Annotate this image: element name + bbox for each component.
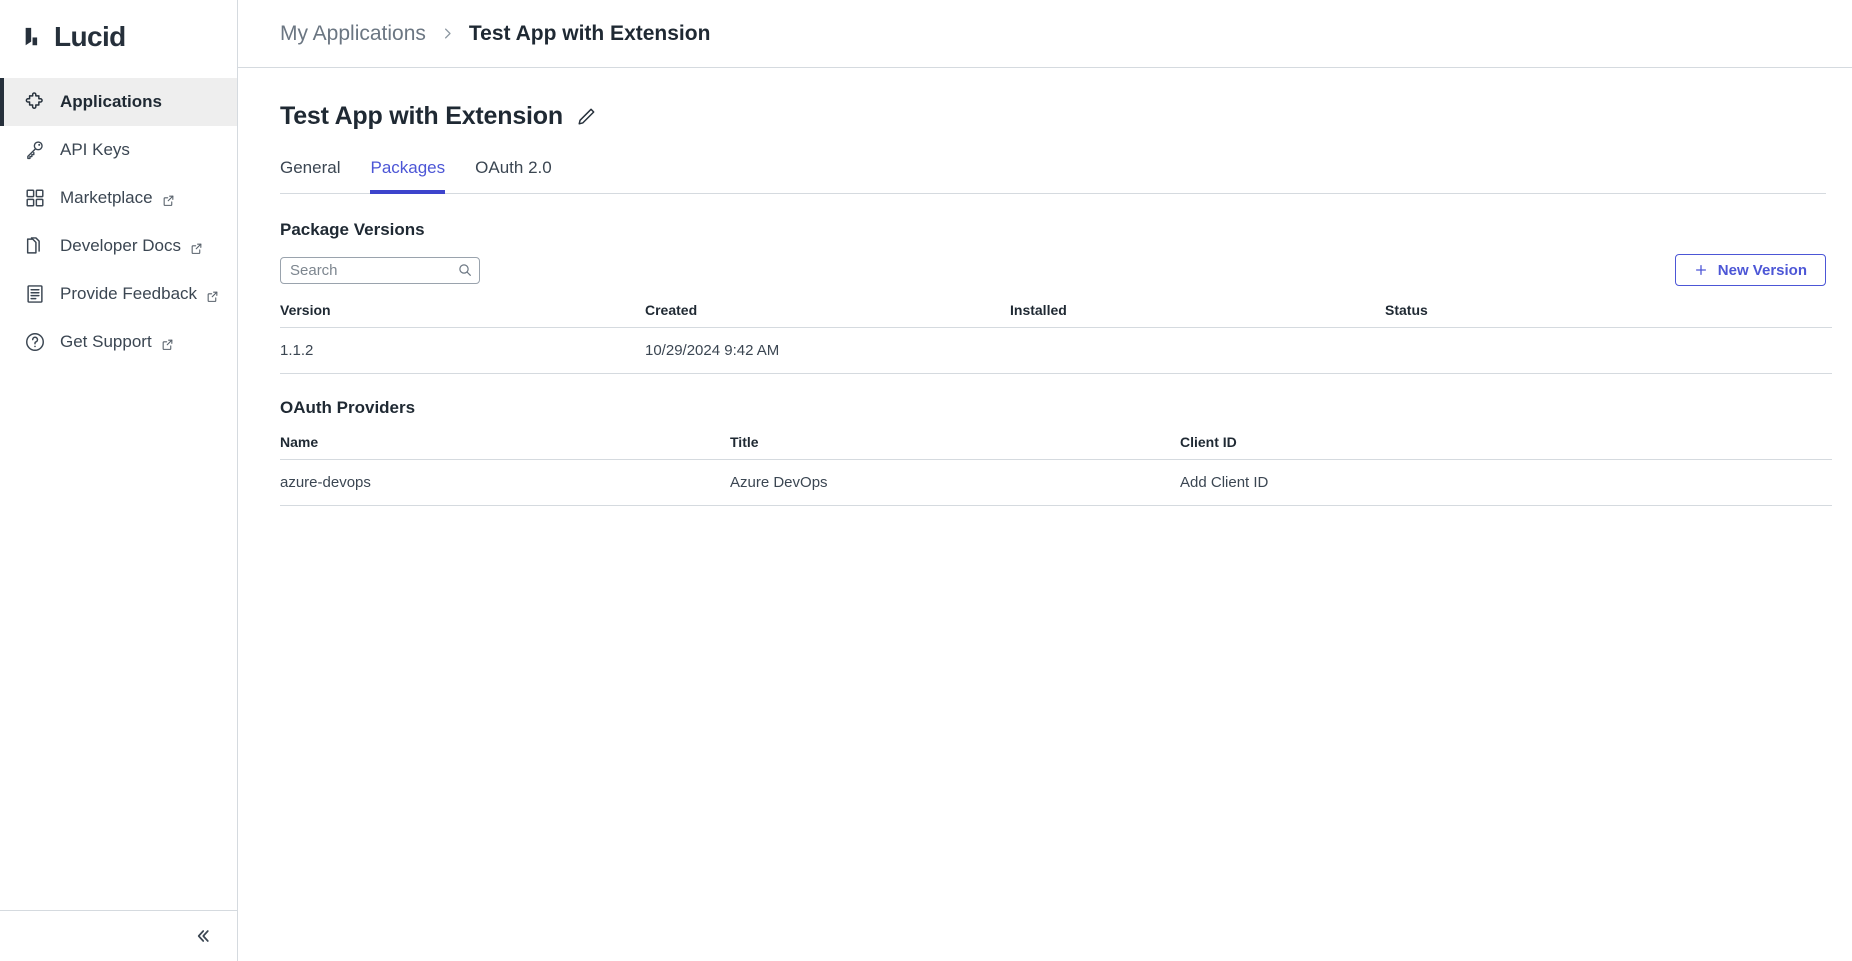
breadcrumb-separator-icon: [440, 26, 455, 41]
tab-bar: General Packages OAuth 2.0: [280, 157, 1826, 194]
breadcrumb-parent-link[interactable]: My Applications: [280, 22, 426, 46]
column-header-installed: Installed: [1010, 286, 1385, 328]
sidebar-item-label: Marketplace: [60, 188, 153, 207]
oauth-providers-heading: OAuth Providers: [280, 398, 416, 417]
table-row[interactable]: 1.1.2 10/29/2024 9:42 AM: [280, 327, 1832, 374]
new-version-button[interactable]: New Version: [1674, 254, 1826, 286]
plus-icon: [1694, 263, 1708, 277]
sidebar-item-label: API Keys: [60, 140, 130, 159]
double-chevron-left-icon[interactable]: [189, 923, 215, 949]
lucid-logo-mark-icon: [22, 26, 48, 48]
external-link-icon: [190, 240, 203, 254]
package-versions-table-head: Version Created Installed Status: [280, 286, 1832, 328]
cell-installed: [1010, 327, 1385, 374]
sidebar-item-label: Get Support: [60, 332, 152, 351]
external-link-icon: [161, 336, 174, 350]
breadcrumb-current: Test App with Extension: [468, 21, 711, 45]
packages-toolbar: New Version: [280, 254, 1826, 286]
stacked-pages-icon: [24, 235, 46, 257]
question-circle-icon: [24, 331, 46, 353]
package-versions-heading: Package Versions: [280, 220, 425, 239]
cell-provider-name: azure-devops: [280, 459, 730, 506]
content-area: Test App with Extension General Packages…: [238, 68, 1852, 961]
key-icon: [24, 139, 46, 161]
package-versions-table: Version Created Installed Status 1.1.2 1…: [280, 286, 1832, 374]
table-header-row: Version Created Installed Status: [280, 286, 1832, 328]
column-header-title: Title: [730, 418, 1180, 460]
search-input[interactable]: [280, 256, 480, 284]
sidebar-item-applications[interactable]: Applications: [0, 78, 237, 126]
puzzle-piece-icon: [24, 91, 46, 113]
sidebar-item-api-keys[interactable]: API Keys: [0, 126, 237, 174]
page-title-row: Test App with Extension: [280, 68, 1826, 131]
column-header-created: Created: [645, 286, 1010, 328]
sidebar-item-marketplace[interactable]: Marketplace: [0, 174, 237, 222]
external-link-icon: [206, 288, 219, 302]
page-title: Test App with Extension: [280, 102, 563, 130]
table-header-row: Name Title Client ID: [280, 418, 1832, 460]
sidebar-item-developer-docs[interactable]: Developer Docs: [0, 222, 237, 270]
package-versions-table-body: 1.1.2 10/29/2024 9:42 AM: [280, 327, 1832, 374]
column-header-version: Version: [280, 286, 645, 328]
sidebar-item-get-support[interactable]: Get Support: [0, 318, 237, 366]
search-box: [280, 256, 480, 284]
pencil-icon[interactable]: [575, 106, 597, 128]
app-root: Lucid Applications API Keys Marketplace …: [0, 0, 1852, 961]
document-lines-icon: [24, 283, 46, 305]
cell-version: 1.1.2: [280, 327, 645, 374]
table-row[interactable]: azure-devops Azure DevOps Add Client ID: [280, 459, 1832, 506]
main-content: My Applications Test App with Extension …: [238, 0, 1852, 961]
column-header-status: Status: [1385, 286, 1832, 328]
brand-logo[interactable]: Lucid: [0, 0, 237, 74]
column-header-name: Name: [280, 418, 730, 460]
tab-packages[interactable]: Packages: [370, 158, 446, 194]
column-header-client-id: Client ID: [1180, 418, 1832, 460]
grid-squares-icon: [24, 187, 46, 209]
external-link-icon: [162, 192, 175, 206]
breadcrumb: My Applications Test App with Extension: [238, 0, 1852, 68]
oauth-providers-table-body: azure-devops Azure DevOps Add Client ID: [280, 459, 1832, 506]
sidebar: Lucid Applications API Keys Marketplace …: [0, 0, 238, 961]
tab-oauth-2[interactable]: OAuth 2.0: [475, 158, 552, 194]
brand-name: Lucid: [54, 21, 126, 52]
sidebar-item-label: Provide Feedback: [60, 284, 198, 303]
sidebar-item-provide-feedback[interactable]: Provide Feedback: [0, 270, 237, 318]
oauth-providers-table: Name Title Client ID azure-devops Azure …: [280, 418, 1832, 506]
sidebar-nav: Applications API Keys Marketplace Develo…: [0, 74, 237, 910]
cell-provider-title: Azure DevOps: [730, 459, 1180, 506]
sidebar-item-label: Applications: [60, 92, 163, 111]
cell-status: [1385, 327, 1832, 374]
new-version-button-label: New Version: [1717, 261, 1807, 279]
sidebar-footer: [0, 910, 237, 961]
add-client-id-link[interactable]: Add Client ID: [1180, 459, 1832, 506]
tab-general[interactable]: General: [280, 158, 340, 194]
oauth-providers-table-head: Name Title Client ID: [280, 418, 1832, 460]
sidebar-item-label: Developer Docs: [60, 236, 181, 255]
cell-created: 10/29/2024 9:42 AM: [645, 327, 1010, 374]
